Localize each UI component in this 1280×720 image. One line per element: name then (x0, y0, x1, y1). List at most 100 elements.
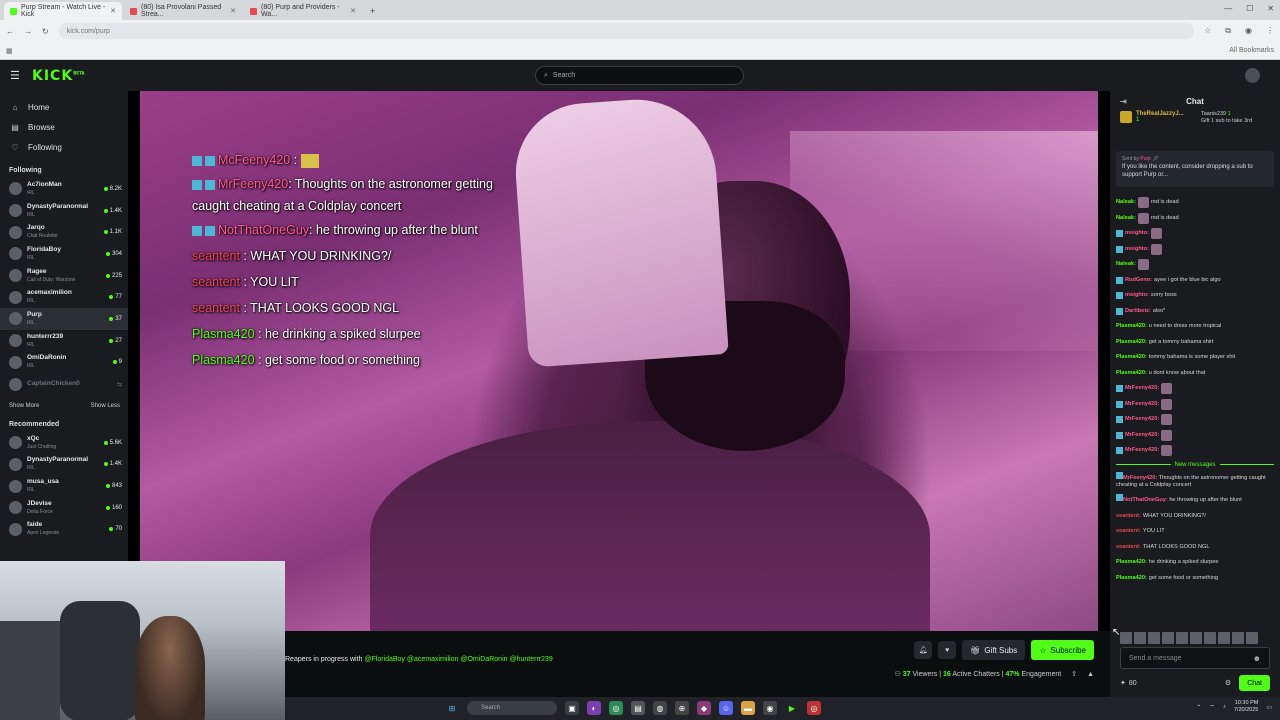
send-chat-button[interactable]: Chat (1239, 675, 1270, 691)
chat-username[interactable]: Naleak: (1116, 257, 1136, 273)
chat-username[interactable]: NotThatOneGuy: (1123, 497, 1168, 503)
channel-item[interactable]: musa_usa IRL 843 (0, 475, 128, 497)
stream-mention-link[interactable]: @FloridaBoy (364, 656, 405, 663)
chat-username[interactable]: MrFeeny420: (1125, 397, 1159, 413)
subscribe-button[interactable]: ☆ Subscribe (1031, 640, 1094, 660)
bookmark-star-icon[interactable]: ☆ (1204, 26, 1211, 36)
tab-close-icon[interactable]: ✕ (350, 7, 356, 15)
channel-item[interactable]: Jarqo Chat Roulette 1.1K (0, 221, 128, 243)
channel-item[interactable]: CaptainChicken0 ⇆ (0, 373, 128, 395)
browser-tab[interactable]: (80) Purp and Providers - Wa... ✕ (244, 2, 362, 20)
channel-item[interactable]: xQc Just Chatting 5.6K (0, 432, 128, 454)
folder-icon[interactable]: ▬ (741, 701, 755, 715)
volume-icon[interactable]: ♪ (1223, 704, 1226, 710)
video-player[interactable]: McFeeny420 : MrFeeny420: Thoughts on the… (128, 91, 1110, 631)
back-icon[interactable]: ← (6, 27, 14, 36)
chat-username[interactable]: Naleak: (1116, 195, 1136, 211)
app-icon[interactable]: ◍ (653, 701, 667, 715)
channel-item[interactable]: JDevise Delta Force 160 (0, 497, 128, 519)
report-icon[interactable]: ▲ (1087, 671, 1094, 678)
channel-item[interactable]: FloridaBoy IRL 304 (0, 243, 128, 265)
sidebar-nav-following[interactable]: ♡ Following (0, 137, 128, 157)
chat-username[interactable]: MrFeeny420: (1125, 412, 1159, 428)
browser-tab[interactable]: Purp Stream - Watch Live - Kick ✕ (4, 2, 122, 20)
chat-username[interactable]: MrFeeny420: (1125, 428, 1159, 444)
reload-icon[interactable]: ↻ (42, 27, 49, 36)
sidebar-nav-browse[interactable]: ▤ Browse (0, 117, 128, 137)
leaderboard-entry-1[interactable]: TheRealJazzyJ... 1 (1120, 111, 1195, 123)
collapse-chat-icon[interactable]: ⇥ (1120, 97, 1127, 106)
chat-username[interactable]: Plasma420: (1116, 335, 1147, 351)
minimize-icon[interactable]: — (1224, 4, 1232, 13)
app-icon[interactable]: ◉ (763, 701, 777, 715)
kick-logo[interactable]: KICKBETA (32, 68, 84, 84)
profile-icon[interactable]: ◉ (1245, 26, 1252, 36)
hamburger-menu-icon[interactable]: ☰ (10, 69, 24, 82)
taskbar-clock[interactable]: 10:30 PM 7/20/2025 (1234, 700, 1258, 714)
show-more-button[interactable]: Show More (9, 403, 39, 409)
forward-icon[interactable]: → (24, 27, 32, 36)
chat-username[interactable]: Plasma420: (1116, 350, 1147, 366)
channel-item[interactable]: acemaximilion IRL 77 (0, 286, 128, 308)
share-icon[interactable]: ⇪ (1071, 670, 1077, 678)
extensions-icon[interactable]: ⧉ (1225, 26, 1231, 36)
chat-username[interactable]: seantent: (1116, 509, 1141, 525)
stream-mention-link[interactable]: @hunterrr239 (509, 656, 552, 663)
tray-chevron-icon[interactable]: ⌃ (1196, 704, 1201, 711)
obs-icon[interactable]: ◎ (807, 701, 821, 715)
emote-icon[interactable] (1246, 632, 1258, 644)
emote-icon[interactable] (1218, 632, 1230, 644)
show-less-button[interactable]: Show Less (91, 403, 120, 409)
channel-item[interactable]: DynastyParanormal IRL 1.4K (0, 200, 128, 222)
notification-bell-button[interactable]: 🔔︎ (914, 641, 933, 659)
emote-icon[interactable] (1134, 632, 1146, 644)
chat-username[interactable]: Dartiboiz: (1125, 304, 1151, 320)
emote-icon[interactable] (1232, 632, 1244, 644)
channel-item[interactable]: hunterrr239 IRL 27 (0, 330, 128, 352)
channel-item[interactable]: DynastyParanormal IRL 1.4K (0, 454, 128, 476)
chat-username[interactable]: Plasma420: (1116, 571, 1147, 587)
close-window-icon[interactable]: ✕ (1267, 4, 1274, 13)
menu-icon[interactable]: ⋮ (1266, 26, 1274, 36)
chat-username[interactable]: RudGeno: (1125, 273, 1152, 289)
pinned-message[interactable]: Sent by Purp 📌︎ If you like the content,… (1116, 151, 1274, 187)
channel-item[interactable]: Ragee Call of Duty: Warzone 225 (0, 265, 128, 287)
app-icon[interactable]: ◆ (697, 701, 711, 715)
chat-username[interactable]: moighto: (1125, 242, 1149, 258)
browser-tab[interactable]: (80) Isa Provolani Passed Strea... ✕ (124, 2, 242, 20)
chat-username[interactable]: seantent: (1116, 540, 1141, 556)
chat-username[interactable]: moighto: (1125, 226, 1149, 242)
chat-username[interactable]: MrFeeny420: (1123, 475, 1157, 481)
emote-icon[interactable] (1148, 632, 1160, 644)
task-view-icon[interactable]: ▣ (565, 701, 579, 715)
emote-icon[interactable] (1162, 632, 1174, 644)
taskbar-search[interactable]: Search (467, 701, 557, 715)
chat-username[interactable]: Plasma420: (1116, 366, 1147, 382)
emote-icon[interactable] (1176, 632, 1188, 644)
channel-points[interactable]: ✦ 80 (1120, 679, 1137, 688)
url-field[interactable]: kick.com/purp (58, 23, 1195, 39)
emote-icon[interactable] (1120, 632, 1132, 644)
user-avatar[interactable] (1245, 68, 1260, 83)
channel-item[interactable]: OmiDaRonin IRL 9 (0, 352, 128, 374)
app-icon[interactable]: ◐ (587, 701, 601, 715)
channel-item[interactable]: faide Apex Legends 70 (0, 519, 128, 541)
stream-mention-link[interactable]: @acemaximilion (407, 656, 458, 663)
gift-subs-button[interactable]: 🎁︎ Gift Subs (962, 640, 1026, 660)
discord-icon[interactable]: ☺ (719, 701, 733, 715)
channel-item[interactable]: Ac7ionMan IRL 8.2K (0, 178, 128, 200)
tab-close-icon[interactable]: ✕ (230, 7, 236, 15)
notifications-icon[interactable]: ▭ (1266, 704, 1272, 711)
leaderboard-entry-2[interactable]: Taanis239 1 Gift 1 sub to take 3rd (1201, 111, 1252, 125)
chat-username[interactable]: MrFeeny420: (1125, 443, 1159, 459)
emote-icon[interactable] (1190, 632, 1202, 644)
network-icon[interactable]: ⌔ (1209, 703, 1215, 711)
store-icon[interactable]: ▤ (631, 701, 645, 715)
new-tab-button[interactable]: + (364, 2, 381, 20)
chat-username[interactable]: Plasma420: (1116, 319, 1147, 335)
chat-message-input[interactable]: Send a message ☻ (1120, 647, 1270, 669)
sidebar-nav-home[interactable]: ⌂ Home (0, 97, 128, 117)
emoji-picker-icon[interactable]: ☻ (1253, 654, 1261, 663)
stream-mention-link[interactable]: @OmiDaRonin (460, 656, 507, 663)
app-icon[interactable]: ⊕ (675, 701, 689, 715)
